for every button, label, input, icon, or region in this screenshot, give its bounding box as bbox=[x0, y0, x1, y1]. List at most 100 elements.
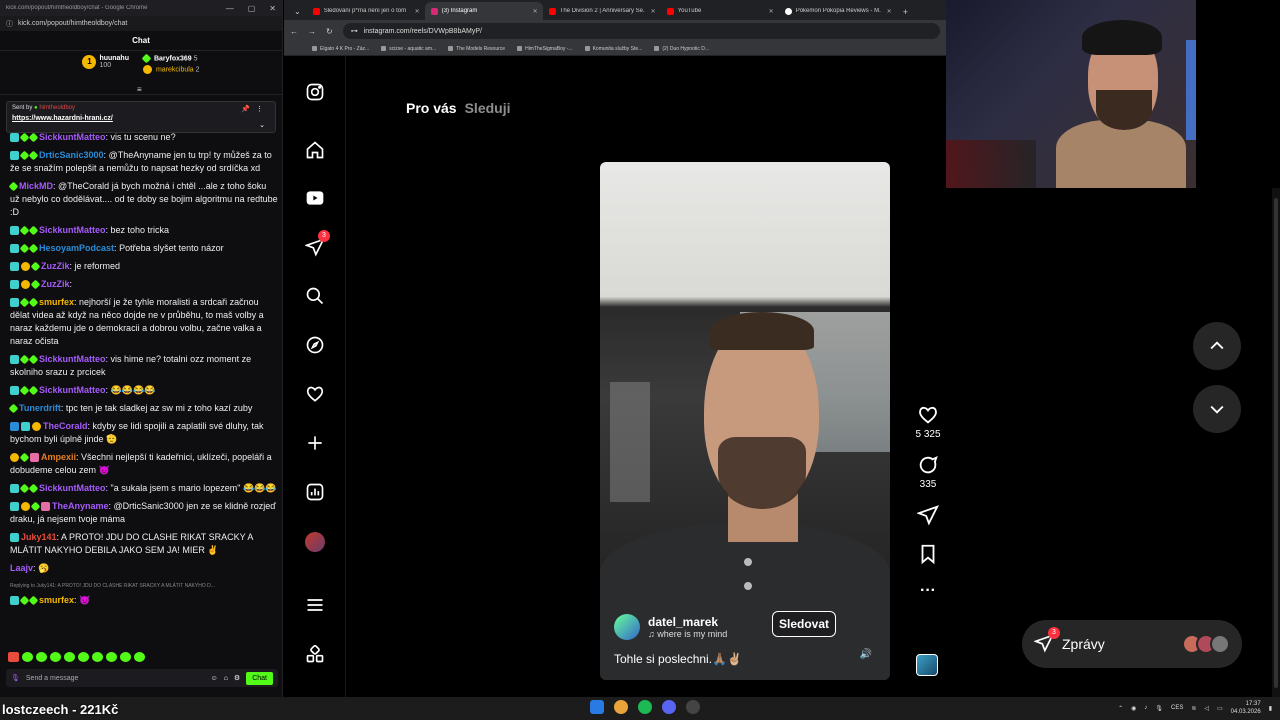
emote-icon[interactable] bbox=[8, 652, 19, 662]
browser-tab[interactable]: The Division 2 | Anniversary Se... ✕ bbox=[543, 2, 661, 20]
close-tab-icon[interactable]: ✕ bbox=[769, 8, 774, 15]
author-avatar[interactable] bbox=[614, 614, 640, 640]
back-icon[interactable]: ← bbox=[290, 27, 298, 36]
emote-icon[interactable] bbox=[120, 652, 131, 662]
info-icon[interactable]: ⓘ bbox=[6, 19, 13, 29]
close-tab-icon[interactable]: ✕ bbox=[651, 8, 656, 15]
maximize-icon[interactable]: ▢ bbox=[248, 4, 256, 13]
like-icon[interactable] bbox=[917, 406, 939, 429]
chevron-down-icon[interactable]: ⌄ bbox=[259, 121, 265, 129]
notifications-icon[interactable]: ▮ bbox=[1269, 705, 1272, 712]
follow-button[interactable]: Sledovat bbox=[772, 611, 837, 637]
next-reel-button[interactable] bbox=[1193, 385, 1241, 433]
messages-pill[interactable]: 3 Zprávy bbox=[1022, 620, 1242, 668]
home-icon[interactable] bbox=[304, 139, 326, 161]
emote-icon[interactable] bbox=[36, 652, 47, 662]
heart-icon[interactable] bbox=[304, 383, 326, 405]
more-apps-icon[interactable] bbox=[304, 643, 326, 665]
chat-username[interactable]: Juky141 bbox=[21, 532, 57, 542]
comment-icon[interactable] bbox=[917, 455, 939, 479]
close-tab-icon[interactable]: ✕ bbox=[887, 8, 892, 15]
chat-username[interactable]: TheAnyname bbox=[52, 501, 109, 511]
chat-username[interactable]: smurfex bbox=[39, 595, 74, 605]
browser-tab[interactable]: YouTube ✕ bbox=[661, 2, 779, 20]
emote-icon[interactable] bbox=[106, 652, 117, 662]
speaker-icon[interactable]: ◁ bbox=[1204, 705, 1209, 712]
bookmark-item[interactable]: (2) Duo Hypnotic D... bbox=[654, 46, 709, 52]
bookmark-item[interactable]: Komunita služby Ste... bbox=[585, 46, 643, 52]
profile-avatar[interactable] bbox=[304, 531, 326, 553]
site-info-icon[interactable]: ⊶ bbox=[351, 27, 358, 35]
create-icon[interactable] bbox=[304, 432, 326, 454]
pin-icon[interactable]: 📌 bbox=[241, 105, 250, 113]
new-tab-icon[interactable]: + bbox=[897, 7, 914, 20]
save-icon[interactable] bbox=[917, 544, 939, 568]
minimize-icon[interactable]: — bbox=[226, 4, 234, 13]
chat-message-input[interactable]: Send a message bbox=[26, 675, 205, 682]
send-chat-button[interactable]: Chat bbox=[246, 671, 273, 685]
network-icon[interactable]: ◉ bbox=[1131, 705, 1136, 712]
chat-username[interactable]: TheCorald bbox=[43, 421, 88, 431]
reel-song[interactable]: where is my mind bbox=[657, 629, 727, 639]
instagram-logo-icon[interactable] bbox=[304, 81, 326, 103]
windows-start-icon[interactable] bbox=[590, 700, 604, 714]
menu-icon[interactable] bbox=[304, 594, 326, 616]
emote-picker-icon[interactable]: ☺ bbox=[211, 675, 218, 682]
chat-username[interactable]: Tunerdrift bbox=[19, 403, 61, 413]
tab-following[interactable]: Sleduji bbox=[465, 100, 511, 116]
chat-username[interactable]: HesoyamPodcast bbox=[39, 243, 114, 253]
chat-username[interactable]: SickkuntMatteo bbox=[39, 354, 106, 364]
browser-tab[interactable]: Pokemon Pokopia Reviews - M... ✕ bbox=[779, 2, 897, 20]
close-tab-icon[interactable]: ✕ bbox=[415, 8, 420, 15]
reload-icon[interactable]: ↻ bbox=[326, 27, 333, 36]
share-icon[interactable] bbox=[916, 505, 939, 529]
bookmark-item[interactable]: The Models Resource bbox=[448, 46, 505, 52]
spotify-icon[interactable] bbox=[638, 700, 652, 714]
search-icon[interactable] bbox=[304, 285, 326, 307]
emote-icon[interactable] bbox=[50, 652, 61, 662]
forward-icon[interactable]: → bbox=[308, 27, 316, 36]
close-tab-icon[interactable]: ✕ bbox=[533, 8, 538, 15]
wifi-icon[interactable]: ≋ bbox=[1191, 705, 1196, 712]
address-bar[interactable]: ⊶ instagram.com/reels/DVWpB8bAMyP/ bbox=[342, 23, 940, 39]
discord-icon[interactable] bbox=[662, 700, 676, 714]
audio-thumbnail[interactable] bbox=[916, 654, 938, 676]
chrome-icon[interactable] bbox=[614, 700, 628, 714]
reply-context[interactable]: Replying to Juky141: A PROTO! JDU DO CLA… bbox=[10, 580, 278, 593]
chat-username[interactable]: ZuzZik bbox=[41, 279, 70, 289]
bookmark-item[interactable]: scizse - aquatic am... bbox=[381, 46, 436, 52]
keyboard-language[interactable]: CES bbox=[1171, 705, 1183, 711]
chat-username[interactable]: Ampexii bbox=[41, 452, 76, 462]
reel-video[interactable]: datel_marek ♫ where is my mind Sledovat … bbox=[600, 162, 890, 680]
chat-username[interactable]: MickMD bbox=[19, 181, 53, 191]
chat-username[interactable]: SickkuntMatteo bbox=[39, 132, 106, 142]
previous-reel-button[interactable] bbox=[1193, 322, 1241, 370]
chat-username[interactable]: ZuzZik bbox=[41, 261, 70, 271]
dashboard-icon[interactable] bbox=[304, 481, 326, 503]
messages-icon[interactable]: 3 bbox=[304, 230, 330, 258]
browser-tab-active[interactable]: (3) Instagram ✕ bbox=[424, 2, 543, 20]
chat-username[interactable]: Laajv bbox=[10, 563, 33, 573]
bookmark-item[interactable]: Elgato 4 K Pro - Záz... bbox=[312, 46, 369, 52]
gift-icon[interactable]: ⌂ bbox=[224, 675, 228, 682]
page-scrollbar[interactable] bbox=[1272, 188, 1280, 697]
microphone-icon[interactable]: 🎙 bbox=[11, 674, 20, 682]
tab-search-icon[interactable]: ⌄ bbox=[288, 7, 307, 20]
volume-icon[interactable]: ♪ bbox=[1144, 705, 1147, 711]
microphone-icon[interactable]: 🎙 bbox=[1155, 705, 1163, 712]
chat-username[interactable]: SickkuntMatteo bbox=[39, 385, 106, 395]
tab-for-you[interactable]: Pro vás bbox=[406, 100, 457, 116]
settings-icon[interactable]: ⚙ bbox=[234, 674, 240, 682]
chat-username[interactable]: SickkuntMatteo bbox=[39, 225, 106, 235]
emote-icon[interactable] bbox=[22, 652, 33, 662]
sound-icon[interactable]: 🔊 bbox=[860, 649, 872, 660]
reels-icon[interactable] bbox=[304, 187, 326, 209]
chevron-down-icon[interactable]: ≡ bbox=[137, 85, 142, 94]
more-options-icon[interactable]: ⋮ bbox=[256, 105, 263, 113]
emote-icon[interactable] bbox=[92, 652, 103, 662]
browser-tab[interactable]: Sledování p*rna není jen o tom ✕ bbox=[307, 2, 425, 20]
chat-username[interactable]: DrticSanic3000 bbox=[39, 150, 104, 160]
author-username[interactable]: datel_marek bbox=[648, 615, 727, 629]
battery-icon[interactable]: ▭ bbox=[1217, 705, 1223, 712]
emote-icon[interactable] bbox=[78, 652, 89, 662]
